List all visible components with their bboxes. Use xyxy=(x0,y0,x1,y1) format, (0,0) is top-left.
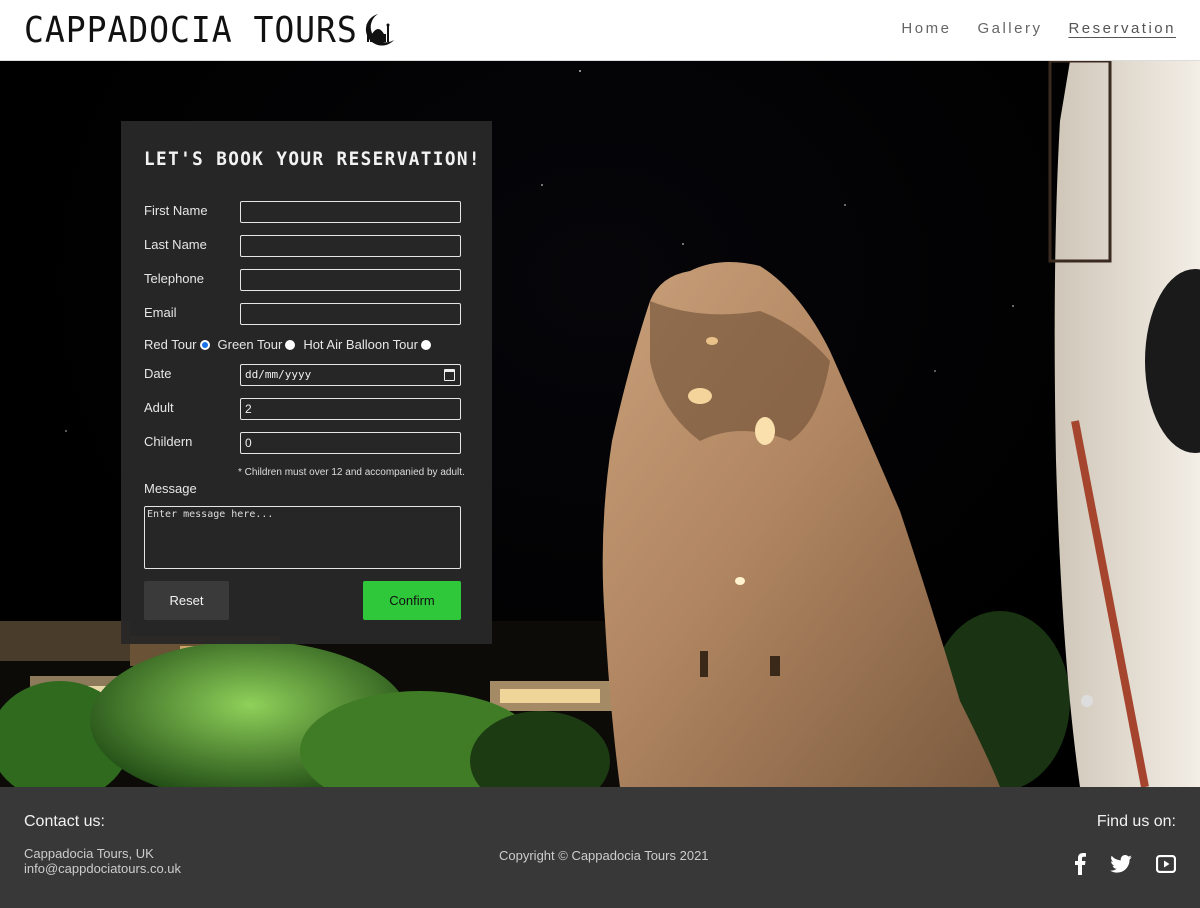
children-count-field[interactable]: 0 xyxy=(240,432,461,454)
contact-heading: Contact us: xyxy=(24,813,105,830)
telephone-field[interactable] xyxy=(240,269,461,291)
message-textarea[interactable]: Enter message here... xyxy=(144,506,461,569)
adult-count-field[interactable]: 2 xyxy=(240,398,461,420)
first-name-field[interactable] xyxy=(240,201,461,223)
first-name-label: First Name xyxy=(144,203,208,218)
copyright-text: Copyright © Cappadocia Tours 2021 xyxy=(499,848,709,863)
brand-name: CAPPADOCIA TOURS xyxy=(24,10,358,51)
social-links xyxy=(1074,853,1176,875)
nav-reservation[interactable]: Reservation xyxy=(1068,20,1176,37)
message-label: Message xyxy=(144,481,197,496)
date-placeholder: dd/mm/yyyy xyxy=(245,368,312,381)
last-name-field[interactable] xyxy=(240,235,461,257)
telephone-label: Telephone xyxy=(144,271,204,286)
red-tour-radio[interactable] xyxy=(199,339,210,350)
green-tour-radio[interactable] xyxy=(285,339,296,350)
email-label: Email xyxy=(144,305,177,320)
reservation-form: LET'S BOOK YOUR RESERVATION! First Name … xyxy=(121,121,492,644)
find-us-heading: Find us on: xyxy=(1096,813,1176,830)
brand-logo[interactable]: CAPPADOCIA TOURS xyxy=(24,10,387,51)
site-header: CAPPADOCIA TOURS Home Gallery Reservatio… xyxy=(0,0,1200,61)
confirm-button[interactable]: Confirm xyxy=(363,581,461,620)
facebook-icon[interactable] xyxy=(1074,853,1086,875)
address-line: Cappadocia Tours, UK xyxy=(24,846,154,861)
last-name-label: Last Name xyxy=(144,237,207,252)
mosque-crescent-icon xyxy=(365,14,394,46)
contact-email-link[interactable]: info@cappdociatours.co.uk xyxy=(24,861,181,876)
email-field[interactable] xyxy=(240,303,461,325)
tour-option-label: Hot Air Balloon Tour xyxy=(303,337,418,352)
nav-gallery[interactable]: Gallery xyxy=(977,20,1042,37)
date-label: Date xyxy=(144,366,172,381)
tour-type-radio-group: Red Tour Green Tour Hot Air Balloon Tour xyxy=(144,337,439,352)
tour-option-label: Green Tour xyxy=(217,337,283,352)
reset-button[interactable]: Reset xyxy=(144,581,229,620)
form-title: LET'S BOOK YOUR RESERVATION! xyxy=(144,148,481,170)
site-footer: Contact us: Cappadocia Tours, UK info@ca… xyxy=(0,787,1200,908)
twitter-icon[interactable] xyxy=(1110,855,1132,873)
main-nav: Home Gallery Reservation xyxy=(901,20,1176,37)
hot-air-balloon-tour-radio[interactable] xyxy=(420,339,431,350)
adult-label: Adult xyxy=(144,400,174,415)
tour-option-label: Red Tour xyxy=(144,337,197,352)
calendar-icon[interactable] xyxy=(444,369,455,381)
date-field[interactable]: dd/mm/yyyy xyxy=(240,364,461,386)
contact-address: Cappadocia Tours, UK info@cappdociatours… xyxy=(24,846,181,876)
youtube-icon[interactable] xyxy=(1156,855,1176,873)
children-note: * Children must over 12 and accompanied … xyxy=(238,467,465,478)
nav-home[interactable]: Home xyxy=(901,20,951,37)
children-label: Childern xyxy=(144,434,193,449)
